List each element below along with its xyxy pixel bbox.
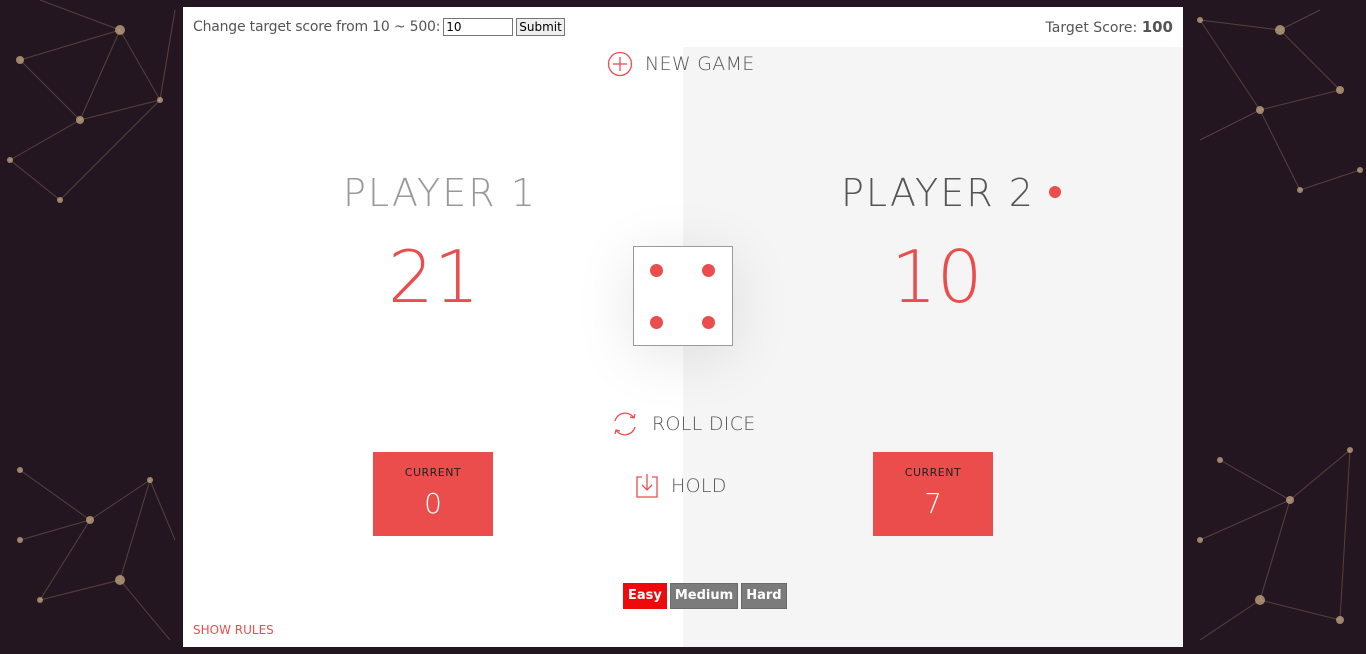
- difficulty-selector: Easy Medium Hard: [623, 583, 790, 609]
- game-panel: Change target score from 10 ~ 500: Submi…: [183, 7, 1183, 647]
- player-2-current-label: CURRENT: [904, 466, 962, 479]
- player-1-score: 21: [388, 235, 480, 319]
- target-score-label: Target Score:: [1045, 20, 1142, 36]
- new-game-button[interactable]: NEW GAME: [607, 51, 755, 77]
- target-score-form: Change target score from 10 ~ 500: Submi…: [193, 18, 565, 36]
- player-1-current-box: CURRENT 0: [373, 452, 493, 536]
- player-2-score: 10: [891, 235, 983, 319]
- top-bar: Change target score from 10 ~ 500: Submi…: [183, 7, 1183, 47]
- target-score-input[interactable]: [443, 18, 514, 36]
- hold-button[interactable]: HOLD: [635, 473, 727, 499]
- target-score-value: 100: [1141, 18, 1173, 36]
- hold-label: HOLD: [671, 475, 727, 497]
- active-player-indicator: [1049, 186, 1061, 198]
- difficulty-medium-button[interactable]: Medium: [669, 583, 739, 609]
- new-game-label: NEW GAME: [645, 53, 755, 75]
- dice-pip: [650, 264, 663, 277]
- roll-dice-button[interactable]: ROLL DICE: [610, 409, 756, 439]
- player-1-current-label: CURRENT: [404, 466, 462, 479]
- show-rules-link[interactable]: SHOW RULES: [193, 623, 274, 637]
- player-2-panel: [683, 7, 1183, 647]
- submit-button[interactable]: Submit: [516, 18, 565, 36]
- difficulty-hard-button[interactable]: Hard: [741, 583, 787, 609]
- player-1-name: PLAYER 1: [343, 171, 537, 215]
- difficulty-easy-button[interactable]: Easy: [623, 583, 667, 609]
- refresh-icon: [610, 409, 640, 439]
- player-2-name: PLAYER 2: [841, 171, 1035, 215]
- player-1-current-score: 0: [424, 487, 442, 520]
- roll-dice-label: ROLL DICE: [652, 413, 756, 435]
- player-2-current-score: 7: [924, 487, 942, 520]
- dice-pip: [650, 316, 663, 329]
- target-score-display: Target Score: 100: [1046, 18, 1173, 36]
- download-icon: [635, 473, 659, 499]
- dice-pip: [702, 264, 715, 277]
- plus-circle-icon: [607, 51, 633, 77]
- target-score-form-label: Change target score from 10 ~ 500:: [193, 19, 441, 35]
- player-2-current-box: CURRENT 7: [873, 452, 993, 536]
- dice: [633, 246, 733, 346]
- dice-pip: [702, 316, 715, 329]
